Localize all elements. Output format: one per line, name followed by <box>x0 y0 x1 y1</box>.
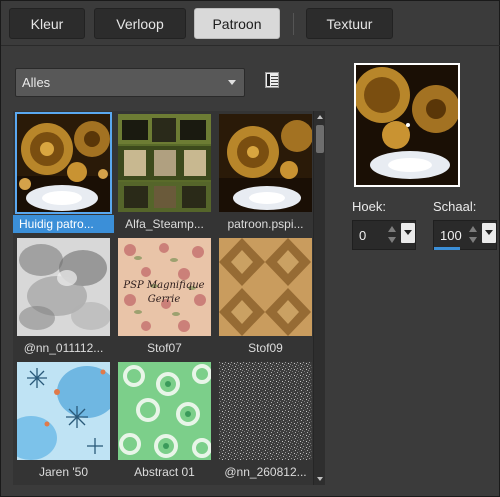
pattern-thumbnail <box>219 238 312 336</box>
scale-stepper[interactable] <box>468 223 478 247</box>
pattern-label: @nn_260812... <box>224 465 307 479</box>
pattern-thumbnail <box>118 362 211 460</box>
pattern-thumbnail <box>219 362 312 460</box>
pattern-tile-jaren-50[interactable]: Jaren '50 <box>13 359 110 481</box>
tab-verloop[interactable]: Verloop <box>94 8 186 39</box>
scale-label: Schaal: <box>433 199 477 214</box>
tab-textuur[interactable]: Textuur <box>306 8 393 39</box>
scale-spinbox[interactable]: 100 <box>433 220 497 250</box>
pattern-thumbnail <box>219 114 312 212</box>
pattern-label: Huidig patro... <box>13 215 114 233</box>
pattern-picker-panel: Kleur Verloop Patroon Textuur Alles Huid… <box>0 0 500 497</box>
angle-dropdown-button[interactable] <box>401 223 415 243</box>
scale-progress-bar <box>434 247 460 250</box>
tab-separator <box>293 13 294 35</box>
pattern-label: Stof09 <box>248 341 283 355</box>
scrollbar-thumb[interactable] <box>316 125 324 153</box>
tab-textuur-label: Textuur <box>326 15 373 32</box>
scale-value: 100 <box>440 228 462 243</box>
angle-stepper[interactable] <box>387 223 397 247</box>
stof07-overlay-line2: Gerrie <box>148 294 181 305</box>
pattern-tile-patroon[interactable]: patroon.pspi... <box>215 111 312 233</box>
pattern-label: patroon.pspi... <box>227 217 304 231</box>
tab-patroon[interactable]: Patroon <box>194 8 280 39</box>
tab-kleur[interactable]: Kleur <box>9 8 85 39</box>
pattern-tile-nn-011112[interactable]: @nn_011112... <box>13 235 110 357</box>
chevron-down-icon <box>228 80 236 85</box>
stof07-overlay-line1: PSP Magnifique <box>122 280 204 291</box>
tab-patroon-label: Patroon <box>212 15 262 32</box>
pattern-thumbnail <box>17 238 110 336</box>
pattern-tile-current[interactable]: Huidig patro... <box>13 111 114 233</box>
pattern-label: Jaren '50 <box>39 465 88 479</box>
angle-label: Hoek: <box>352 199 386 214</box>
pattern-tile-stof09[interactable]: Stof09 <box>215 235 312 357</box>
tab-verloop-label: Verloop <box>116 15 164 32</box>
scroll-down-icon[interactable] <box>317 477 323 481</box>
pattern-grid: Huidig patro... Alfa_Steamp... patroon.p… <box>13 111 313 485</box>
pattern-thumbnail <box>118 114 211 212</box>
pattern-label: @nn_011112... <box>23 341 104 355</box>
tab-kleur-label: Kleur <box>30 15 64 32</box>
increment-icon[interactable] <box>388 226 396 232</box>
category-dropdown[interactable]: Alles <box>15 68 245 97</box>
scale-dropdown-button[interactable] <box>482 223 496 243</box>
scroll-up-icon[interactable] <box>317 115 323 119</box>
pattern-thumbnail: PSP Magnifique Gerrie <box>118 238 211 336</box>
angle-spinbox[interactable]: 0 <box>352 220 416 250</box>
increment-icon[interactable] <box>469 226 477 232</box>
pattern-thumbnail <box>17 362 110 460</box>
pattern-tile-nn-260812[interactable]: @nn_260812... <box>215 359 312 481</box>
decrement-icon[interactable] <box>469 237 477 243</box>
pattern-thumbnail <box>15 112 112 214</box>
pattern-label: Abstract 01 <box>134 465 195 479</box>
angle-value: 0 <box>359 228 367 243</box>
chevron-down-icon <box>485 230 493 235</box>
pattern-tile-stof07[interactable]: PSP Magnifique Gerrie Stof07 <box>114 235 211 357</box>
tab-bar-divider <box>1 45 500 46</box>
chevron-down-icon <box>404 230 412 235</box>
pattern-label: Stof07 <box>147 341 182 355</box>
pattern-preview[interactable] <box>354 63 460 187</box>
category-dropdown-value: Alles <box>22 75 51 90</box>
pattern-tile-alfa-steampunk[interactable]: Alfa_Steamp... <box>114 111 211 233</box>
pattern-tile-abstract-01[interactable]: Abstract 01 <box>114 359 211 481</box>
pattern-grid-scrollbar[interactable] <box>313 111 325 485</box>
pattern-label: Alfa_Steamp... <box>125 217 204 231</box>
decrement-icon[interactable] <box>388 237 396 243</box>
list-view-icon[interactable] <box>265 72 279 88</box>
